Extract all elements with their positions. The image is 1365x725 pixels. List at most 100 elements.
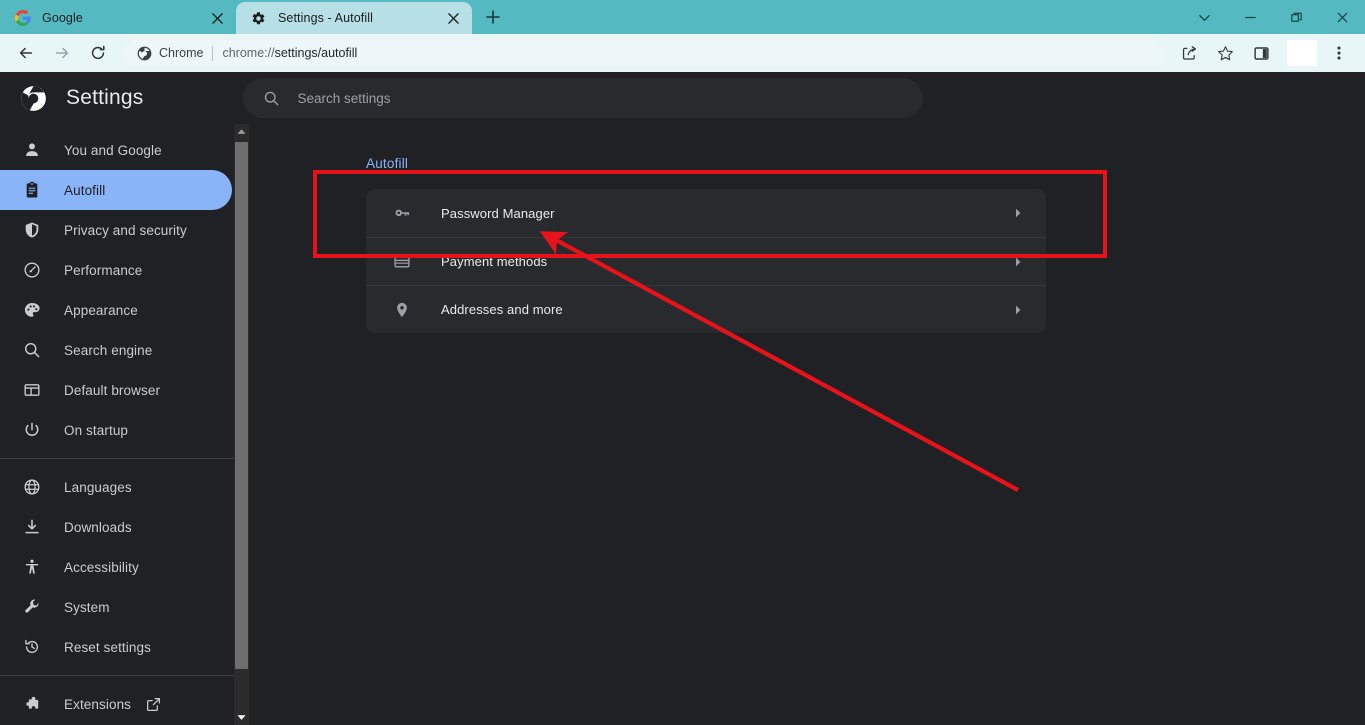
search-input[interactable] <box>297 90 906 106</box>
sidebar-item-label: On startup <box>64 422 129 438</box>
sidebar-item-languages[interactable]: Languages <box>0 467 232 507</box>
accessibility-icon <box>22 557 42 577</box>
sidebar-item-label: Appearance <box>64 302 138 318</box>
close-icon[interactable] <box>444 9 462 27</box>
sidebar-divider <box>0 458 234 459</box>
sidebar-item-autofill[interactable]: Autofill <box>0 170 232 210</box>
row-label: Addresses and more <box>441 302 563 317</box>
url-path: settings/autofill <box>274 46 358 60</box>
palette-icon <box>22 300 42 320</box>
credit-card-icon <box>392 252 412 272</box>
settings-main-content: Autofill Password Manager Payment method… <box>249 124 1365 725</box>
site-chip-label: Chrome <box>159 46 204 60</box>
sidebar-item-label: Privacy and security <box>64 222 187 238</box>
chevron-down-icon[interactable] <box>1181 0 1227 34</box>
side-panel-icon[interactable] <box>1246 38 1276 68</box>
search-icon <box>22 340 42 360</box>
browser-window: Google Settings - Autofill Chrome chrome… <box>0 0 1365 725</box>
avatar[interactable] <box>1287 40 1317 66</box>
power-icon <box>22 420 42 440</box>
page-title: Settings <box>66 86 144 109</box>
row-addresses-and-more[interactable]: Addresses and more <box>366 285 1046 333</box>
sidebar-item-label: Accessibility <box>64 559 139 575</box>
gear-icon <box>250 10 267 27</box>
sidebar-item-label: You and Google <box>64 142 162 158</box>
puzzle-icon <box>22 694 42 714</box>
clipboard-icon <box>22 180 42 200</box>
location-pin-icon <box>392 300 412 320</box>
triangle-down-icon[interactable] <box>234 710 249 725</box>
triangle-up-icon[interactable] <box>234 124 249 139</box>
speedometer-icon <box>22 260 42 280</box>
row-label: Password Manager <box>441 205 555 221</box>
sidebar-item-appearance[interactable]: Appearance <box>0 290 232 330</box>
sidebar-item-privacy-and-security[interactable]: Privacy and security <box>0 210 232 250</box>
sidebar-item-label: Reset settings <box>64 639 151 655</box>
browser-window-icon <box>22 380 42 400</box>
sidebar-item-label: Search engine <box>64 342 153 358</box>
bookmark-star-icon[interactable] <box>1210 38 1240 68</box>
history-icon <box>22 637 42 657</box>
chevron-right-icon <box>1010 205 1026 221</box>
toolbar-actions <box>1171 38 1357 68</box>
sidebar-item-label: Downloads <box>64 519 132 535</box>
autofill-card: Password Manager Payment methods Address… <box>366 189 1046 333</box>
google-g-icon <box>14 10 31 27</box>
sidebar-item-performance[interactable]: Performance <box>0 250 232 290</box>
sidebar-item-label: Languages <box>64 479 132 495</box>
sidebar-item-downloads[interactable]: Downloads <box>0 507 232 547</box>
address-bar-url: chrome://settings/autofill <box>222 46 357 60</box>
sidebar-group-primary: You and Google Autofill Privacy and secu… <box>0 124 234 450</box>
settings-sidebar: You and Google Autofill Privacy and secu… <box>0 124 234 725</box>
tab-title: Settings - Autofill <box>278 11 374 25</box>
tab-title: Google <box>42 11 83 25</box>
search-settings-box[interactable] <box>243 78 924 118</box>
sidebar-scrollbar[interactable] <box>234 124 249 725</box>
back-icon[interactable] <box>11 38 41 68</box>
address-bar[interactable]: Chrome chrome://settings/autofill <box>124 40 1165 66</box>
sidebar-item-accessibility[interactable]: Accessibility <box>0 547 232 587</box>
scrollbar-thumb[interactable] <box>235 142 248 669</box>
sidebar-item-reset-settings[interactable]: Reset settings <box>0 627 232 667</box>
sidebar-item-search-engine[interactable]: Search engine <box>0 330 232 370</box>
sidebar-item-on-startup[interactable]: On startup <box>0 410 232 450</box>
omnibox-divider <box>212 45 214 61</box>
url-scheme: chrome:// <box>222 46 275 60</box>
globe-icon <box>22 477 42 497</box>
browser-tab-google[interactable]: Google <box>0 2 236 34</box>
share-icon[interactable] <box>1174 38 1204 68</box>
wrench-icon <box>22 597 42 617</box>
sidebar-item-you-and-google[interactable]: You and Google <box>0 130 232 170</box>
tab-strip: Google Settings - Autofill <box>0 0 1365 34</box>
chevron-right-icon <box>1010 254 1026 270</box>
three-dot-menu-icon[interactable] <box>1324 38 1354 68</box>
sidebar-item-label: Extensions <box>64 696 132 712</box>
key-icon <box>392 203 412 223</box>
person-icon <box>22 140 42 160</box>
forward-icon[interactable] <box>47 38 77 68</box>
window-controls <box>1181 0 1365 34</box>
chrome-logo-icon <box>18 83 48 113</box>
site-chip[interactable]: Chrome <box>136 45 203 61</box>
maximize-icon[interactable] <box>1273 0 1319 34</box>
browser-tab-settings[interactable]: Settings - Autofill <box>236 2 472 34</box>
sidebar-item-system[interactable]: System <box>0 587 232 627</box>
row-payment-methods[interactable]: Payment methods <box>366 237 1046 285</box>
sidebar-item-label: System <box>64 599 110 615</box>
browser-toolbar: Chrome chrome://settings/autofill <box>0 34 1365 72</box>
sidebar-item-extensions[interactable]: Extensions <box>0 684 232 724</box>
row-password-manager[interactable]: Password Manager <box>366 189 1046 237</box>
minimize-icon[interactable] <box>1227 0 1273 34</box>
new-tab-button[interactable] <box>478 2 508 32</box>
close-icon[interactable] <box>208 9 226 27</box>
sidebar-group-advanced: Languages Downloads Accessibility System… <box>0 467 234 667</box>
shield-icon <box>22 220 42 240</box>
row-label: Payment methods <box>441 254 548 269</box>
close-icon[interactable] <box>1319 0 1365 34</box>
download-icon <box>22 517 42 537</box>
reload-icon[interactable] <box>83 38 113 68</box>
sidebar-item-label: Default browser <box>64 382 161 398</box>
sidebar-item-default-browser[interactable]: Default browser <box>0 370 232 410</box>
sidebar-divider <box>0 675 234 676</box>
chevron-right-icon <box>1010 302 1026 318</box>
